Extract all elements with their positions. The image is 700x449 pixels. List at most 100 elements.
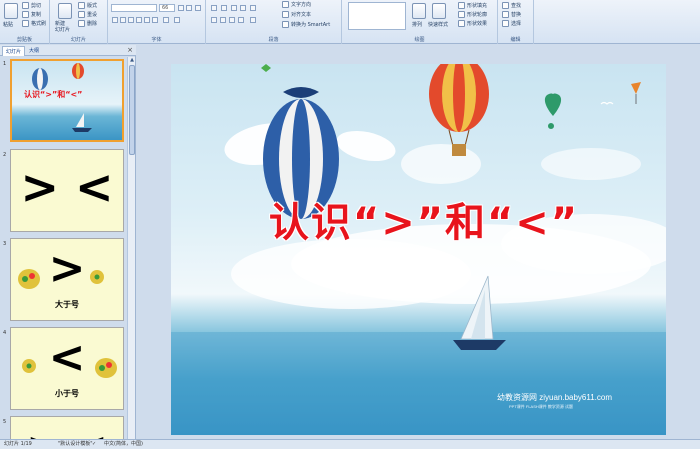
editing-group-label: 编辑 — [510, 37, 521, 43]
effects-icon — [458, 20, 465, 27]
slide-number: 5 — [3, 419, 7, 425]
font-size-combo[interactable]: 66 — [159, 4, 175, 12]
select-button[interactable]: 选择 — [502, 20, 521, 27]
layout-label: 版式 — [87, 3, 98, 9]
find-button[interactable]: 查找 — [502, 2, 521, 9]
cursor-icon — [502, 20, 509, 27]
slide-number: 3 — [3, 241, 7, 247]
slides-group: 新建 幻灯片 版式 重设 删除 幻灯片 — [50, 0, 108, 44]
font-color-icon[interactable] — [174, 17, 180, 23]
delete-label: 删除 — [87, 21, 98, 27]
paste-icon[interactable] — [4, 3, 18, 19]
pane-scrollbar[interactable]: ▲ — [127, 57, 135, 439]
replace-button[interactable]: 替换 — [502, 11, 521, 18]
slide-count: 幻灯片 1/19 — [4, 441, 32, 447]
clipboard-group-label: 剪贴板 — [16, 37, 32, 43]
shrink-font-icon[interactable] — [186, 5, 192, 11]
close-icon[interactable]: × — [127, 46, 133, 54]
columns-icon[interactable] — [250, 17, 256, 23]
copy-icon — [22, 11, 29, 18]
slide-number: 1 — [3, 61, 7, 67]
bold-icon[interactable] — [112, 17, 118, 23]
text-direction-icon — [282, 1, 289, 8]
reset-label: 重设 — [87, 12, 98, 18]
line-spacing-icon[interactable] — [250, 5, 256, 11]
decrease-indent-icon[interactable] — [231, 5, 237, 11]
align-right-icon[interactable] — [229, 17, 235, 23]
slide-number: 2 — [3, 152, 7, 158]
increase-indent-icon[interactable] — [240, 5, 246, 11]
quick-styles-icon[interactable] — [432, 3, 446, 19]
binoculars-icon — [502, 2, 509, 9]
arrange-button[interactable]: 排列 — [412, 21, 422, 28]
reset-button[interactable]: 重设 — [78, 11, 97, 18]
cut-button[interactable]: 剪切 — [22, 2, 41, 9]
select-label: 选择 — [511, 21, 522, 27]
spell-check-icon[interactable]: ✓ — [92, 440, 96, 449]
slide-thumbnail-1[interactable]: 认识“>”和“<” — [10, 59, 124, 142]
shape-fill-button[interactable]: 形状填充 — [458, 2, 487, 9]
slide-stage: 认识“>”和“<” 幼教资源网 ziyuan.baby611.com PPT课件… — [137, 45, 700, 439]
scrollbar-thumb[interactable] — [129, 65, 135, 155]
language-indicator[interactable]: 中文(简体，中国) — [104, 440, 143, 449]
paint-bucket-icon — [458, 2, 465, 9]
shapes-gallery[interactable] — [348, 2, 406, 30]
strikethrough-icon[interactable] — [136, 17, 142, 23]
format-painter-button[interactable]: 格式刷 — [22, 20, 46, 27]
drawing-group: 排列 快速样式 形状填充 形状轮廓 形状效果 绘图 — [342, 0, 498, 44]
scissors-icon — [22, 2, 29, 9]
editing-group: 查找 替换 选择 编辑 — [498, 0, 534, 44]
grow-font-icon[interactable] — [178, 5, 184, 11]
change-case-icon[interactable] — [163, 17, 169, 23]
slide-title[interactable]: 认识“>”和“<” — [229, 190, 619, 248]
shape-outline-button[interactable]: 形状轮廓 — [458, 11, 487, 18]
new-slide-button[interactable]: 新建 幻灯片 — [55, 21, 70, 33]
bullets-icon[interactable] — [211, 5, 217, 11]
pen-icon — [458, 11, 465, 18]
delete-icon — [78, 20, 85, 27]
font-name-combo[interactable] — [111, 4, 157, 12]
paragraph-group-label: 段落 — [268, 37, 279, 43]
layout-button[interactable]: 版式 — [78, 2, 97, 9]
quick-styles-button[interactable]: 快速样式 — [428, 21, 448, 28]
thumb4-caption: 小于号 — [55, 389, 79, 398]
convert-smartart-button[interactable]: 转换为 SmartArt — [282, 21, 330, 28]
align-text-label: 对齐文本 — [291, 12, 312, 18]
delete-button[interactable]: 删除 — [78, 20, 97, 27]
shadow-icon[interactable] — [144, 17, 150, 23]
arrange-icon[interactable] — [412, 3, 426, 19]
copy-button[interactable]: 复制 — [22, 11, 41, 18]
slides-pane: 幻灯片 大纲 × 1 认识“>”和“<” 2 > < 3 > 大于号 4 < 小… — [0, 45, 136, 446]
underline-icon[interactable] — [128, 17, 134, 23]
thumb3-caption: 大于号 — [55, 300, 79, 309]
tab-outline[interactable]: 大纲 — [26, 46, 42, 56]
reset-icon — [78, 11, 85, 18]
slide-thumbnail-3[interactable]: > 大于号 — [10, 238, 124, 321]
text-direction-button[interactable]: 文字方向 — [282, 1, 311, 8]
align-text-button[interactable]: 对齐文本 — [282, 11, 311, 18]
font-group-label: 字体 — [151, 37, 162, 43]
smartart-icon — [282, 21, 289, 28]
align-center-icon[interactable] — [220, 17, 226, 23]
brush-icon — [22, 20, 29, 27]
thumb3-symbol: > — [48, 243, 86, 294]
align-left-icon[interactable] — [211, 17, 217, 23]
scroll-up-icon[interactable]: ▲ — [129, 57, 135, 63]
replace-icon — [502, 11, 509, 18]
paste-button[interactable]: 粘贴 — [3, 21, 13, 28]
slide-thumbnail-4[interactable]: < 小于号 — [10, 327, 124, 410]
status-bar: 幻灯片 1/19 "默认设计模板" ✓ 中文(简体，中国) — [0, 439, 700, 449]
slide-thumbnail-2[interactable]: > < — [10, 149, 124, 232]
format-painter-label: 格式刷 — [31, 21, 47, 27]
shape-effects-button[interactable]: 形状效果 — [458, 20, 487, 27]
drawing-group-label: 绘图 — [414, 37, 425, 43]
align-text-icon — [282, 11, 289, 18]
justify-icon[interactable] — [238, 17, 244, 23]
numbering-icon[interactable] — [221, 5, 227, 11]
spacing-icon[interactable] — [152, 17, 158, 23]
italic-icon[interactable] — [120, 17, 126, 23]
new-slide-icon[interactable] — [58, 3, 72, 19]
clear-format-icon[interactable] — [195, 5, 201, 11]
tab-slides[interactable]: 幻灯片 — [2, 46, 26, 56]
main-slide[interactable]: 认识“>”和“<” 幼教资源网 ziyuan.baby611.com PPT课件… — [171, 64, 666, 435]
